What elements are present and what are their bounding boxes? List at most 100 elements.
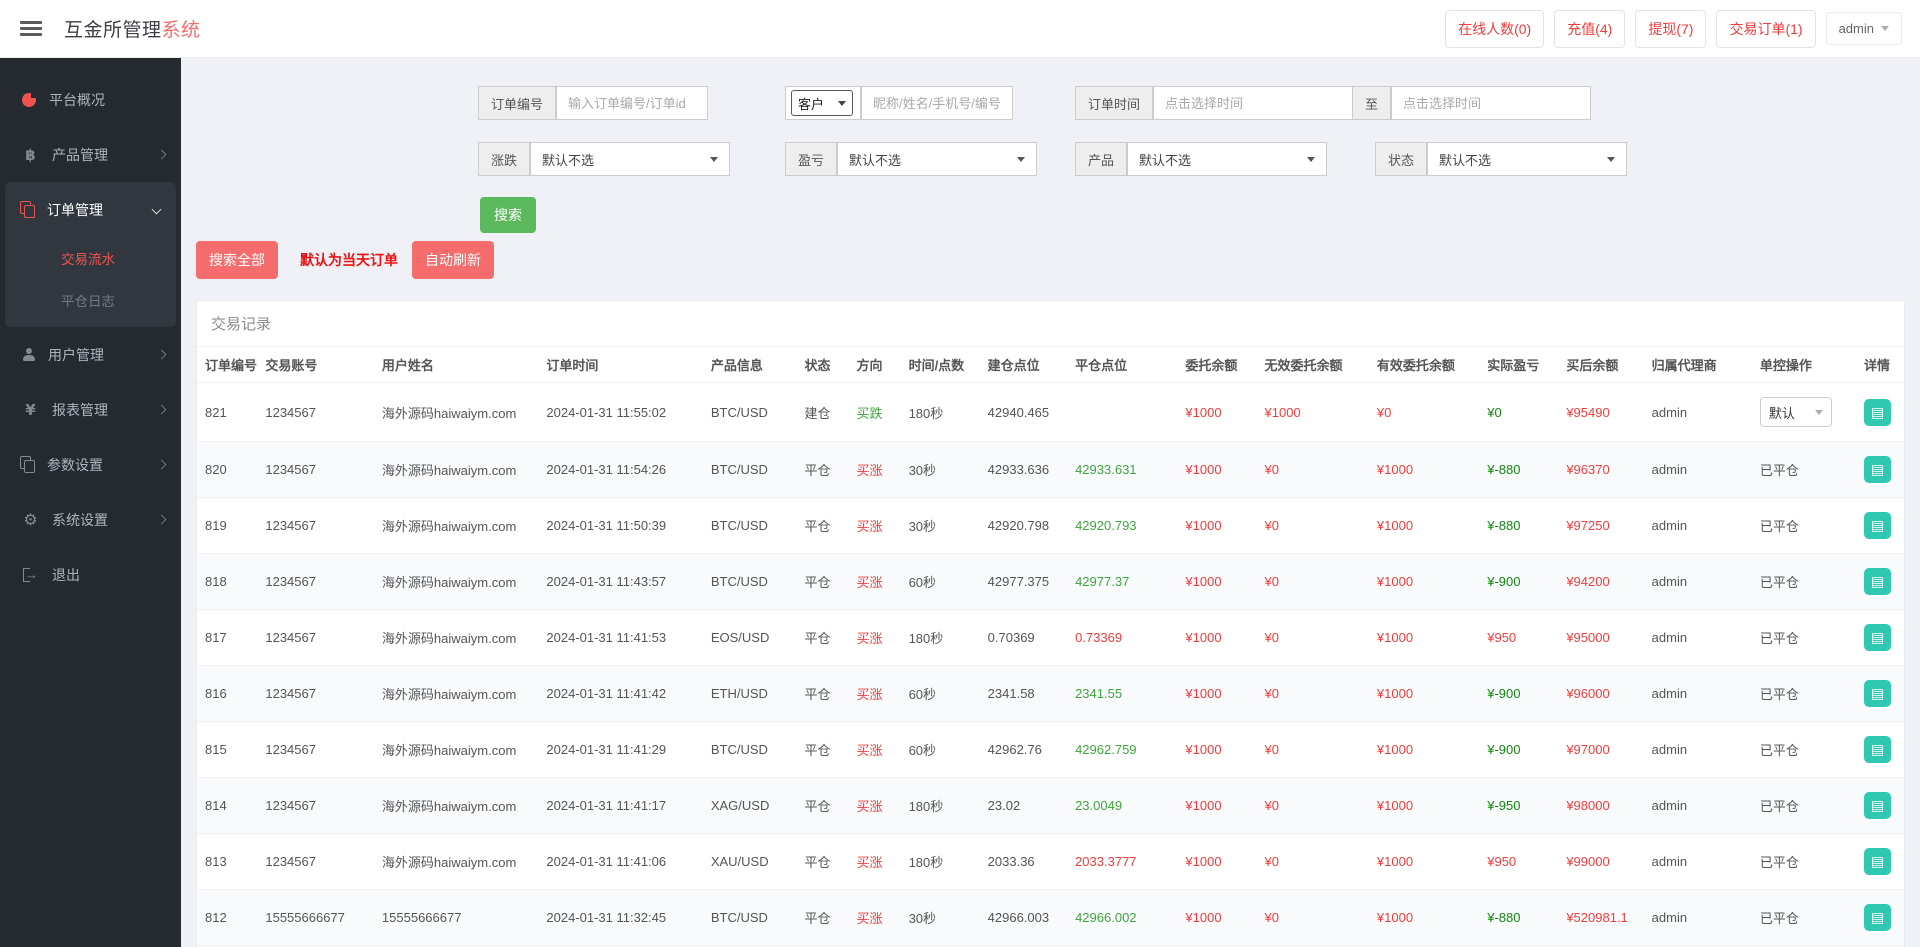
user-menu[interactable]: admin bbox=[1826, 12, 1902, 45]
sidebar-item-1[interactable]: ฿产品管理 bbox=[0, 127, 181, 182]
detail-cell: ▤ bbox=[1856, 610, 1904, 666]
order-time-cell: 2024-01-31 11:41:06 bbox=[538, 834, 702, 890]
sidebar-item-6[interactable]: ⚙系统设置 bbox=[0, 492, 181, 547]
valid-entrust-cell: ¥1000 bbox=[1369, 554, 1479, 610]
order-time-cell: 2024-01-31 11:41:29 bbox=[538, 722, 702, 778]
duration-cell: 180秒 bbox=[901, 383, 980, 442]
row-control-select[interactable]: 默认 bbox=[1760, 397, 1832, 427]
auto-refresh-button[interactable]: 自动刷新 bbox=[412, 241, 494, 279]
topbar-badge[interactable]: 交易订单(1) bbox=[1716, 10, 1815, 48]
detail-button[interactable]: ▤ bbox=[1864, 736, 1891, 763]
sidebar-item-0[interactable]: 平台概况 bbox=[0, 72, 181, 127]
detail-button[interactable]: ▤ bbox=[1864, 456, 1891, 483]
detail-button[interactable]: ▤ bbox=[1864, 792, 1891, 819]
chevron-down-icon bbox=[1815, 410, 1823, 415]
detail-button[interactable]: ▤ bbox=[1864, 904, 1891, 931]
column-header: 交易账号 bbox=[257, 347, 374, 383]
sidebar-group-orders: 订单管理交易流水平仓日志 bbox=[5, 182, 176, 327]
main-content: 订单编号 客户 订单时间 至 涨跌默认不选盈亏默认不选产品默认不选状态默认不选 … bbox=[181, 58, 1920, 947]
filter-select-group-3: 状态默认不选 bbox=[1375, 142, 1627, 176]
chevron-right-icon bbox=[157, 515, 167, 525]
customer-input[interactable] bbox=[861, 86, 1013, 120]
duration-cell: 30秒 bbox=[901, 498, 980, 554]
close-price-cell: 42920.793 bbox=[1067, 498, 1177, 554]
order-no-input[interactable] bbox=[556, 86, 708, 120]
account-cell: 1234567 bbox=[257, 778, 374, 834]
sidebar-item-7[interactable]: →退出 bbox=[0, 547, 181, 602]
open-price-cell: 42977.375 bbox=[980, 554, 1067, 610]
chevron-down-icon bbox=[152, 205, 162, 215]
topbar-badge[interactable]: 提现(7) bbox=[1635, 10, 1706, 48]
user-name-cell: 海外源码haiwaiym.com bbox=[374, 383, 538, 442]
control-cell: 已平仓 bbox=[1752, 834, 1856, 890]
open-price-cell: 42940.465 bbox=[980, 383, 1067, 442]
detail-cell: ▤ bbox=[1856, 722, 1904, 778]
chevron-down-icon bbox=[1017, 157, 1025, 162]
detail-button[interactable]: ▤ bbox=[1864, 680, 1891, 707]
filter-select[interactable]: 默认不选 bbox=[837, 142, 1037, 176]
sidebar-item-3[interactable]: 用户管理 bbox=[0, 327, 181, 382]
filter-select[interactable]: 默认不选 bbox=[1127, 142, 1327, 176]
valid-entrust-cell: ¥1000 bbox=[1369, 890, 1479, 946]
entrust-balance-cell: ¥1000 bbox=[1177, 498, 1256, 554]
row-control-status: 已平仓 bbox=[1760, 631, 1799, 646]
sidebar-item-5[interactable]: 参数设置 bbox=[0, 437, 181, 492]
product-cell: BTC/USD bbox=[703, 442, 797, 498]
open-price-cell: 42966.003 bbox=[980, 890, 1067, 946]
account-cell: 1234567 bbox=[257, 383, 374, 442]
close-price-cell: 42966.002 bbox=[1067, 890, 1177, 946]
detail-button[interactable]: ▤ bbox=[1864, 568, 1891, 595]
status-cell: 平仓 bbox=[797, 890, 849, 946]
detail-button[interactable]: ▤ bbox=[1864, 512, 1891, 539]
detail-button[interactable]: ▤ bbox=[1864, 624, 1891, 651]
sidebar-item-2[interactable]: 订单管理 bbox=[5, 182, 176, 237]
duration-cell: 180秒 bbox=[901, 778, 980, 834]
order-id-cell: 813 bbox=[197, 834, 257, 890]
filter-select-label: 状态 bbox=[1375, 142, 1427, 176]
sidebar-item-label: 用户管理 bbox=[48, 345, 104, 365]
close-price-cell: 42962.759 bbox=[1067, 722, 1177, 778]
valid-entrust-cell: ¥1000 bbox=[1369, 610, 1479, 666]
sidebar-subitem-0[interactable]: 交易流水 bbox=[5, 237, 176, 279]
user-name-cell: 海外源码haiwaiym.com bbox=[374, 498, 538, 554]
invalid-entrust-cell: ¥0 bbox=[1257, 610, 1369, 666]
filter-select[interactable]: 默认不选 bbox=[530, 142, 730, 176]
product-cell: XAG/USD bbox=[703, 778, 797, 834]
filter-select-label: 产品 bbox=[1075, 142, 1127, 176]
filter-select-group-0: 涨跌默认不选 bbox=[478, 142, 730, 176]
trade-table: 订单编号交易账号用户姓名订单时间产品信息状态方向时间/点数建仓点位平仓点位委托余… bbox=[197, 347, 1904, 947]
sidebar-item-4[interactable]: ¥报表管理 bbox=[0, 382, 181, 437]
search-button[interactable]: 搜索 bbox=[480, 197, 536, 233]
time-from-input[interactable] bbox=[1153, 86, 1353, 120]
params-icon bbox=[22, 458, 34, 472]
search-all-button[interactable]: 搜索全部 bbox=[196, 241, 278, 279]
time-to-input[interactable] bbox=[1391, 86, 1591, 120]
topbar-badge[interactable]: 充值(4) bbox=[1554, 10, 1625, 48]
chevron-right-icon bbox=[157, 405, 167, 415]
status-cell: 平仓 bbox=[797, 554, 849, 610]
status-cell: 建仓 bbox=[797, 383, 849, 442]
invalid-entrust-cell: ¥0 bbox=[1257, 666, 1369, 722]
table-row: 820 1234567 海外源码haiwaiym.com 2024-01-31 … bbox=[197, 442, 1904, 498]
detail-icon: ▤ bbox=[1871, 797, 1884, 813]
status-cell: 平仓 bbox=[797, 610, 849, 666]
order-id-cell: 821 bbox=[197, 383, 257, 442]
direction-cell: 买涨 bbox=[849, 610, 901, 666]
valid-entrust-cell: ¥1000 bbox=[1369, 722, 1479, 778]
filter-select[interactable]: 默认不选 bbox=[1427, 142, 1627, 176]
agent-cell: admin bbox=[1644, 554, 1752, 610]
account-cell: 1234567 bbox=[257, 498, 374, 554]
customer-select[interactable]: 客户 bbox=[791, 90, 853, 116]
gear-icon: ⚙ bbox=[22, 510, 39, 529]
status-cell: 平仓 bbox=[797, 834, 849, 890]
detail-button[interactable]: ▤ bbox=[1864, 848, 1891, 875]
detail-cell: ▤ bbox=[1856, 778, 1904, 834]
topbar-badge[interactable]: 在线人数(0) bbox=[1445, 10, 1544, 48]
duration-cell: 30秒 bbox=[901, 442, 980, 498]
row-control-status: 已平仓 bbox=[1760, 799, 1799, 814]
detail-button[interactable]: ▤ bbox=[1864, 399, 1891, 426]
order-no-label: 订单编号 bbox=[478, 86, 556, 120]
sidebar-subitem-1[interactable]: 平仓日志 bbox=[5, 279, 176, 321]
column-header: 委托余额 bbox=[1177, 347, 1256, 383]
hamburger-menu-icon[interactable] bbox=[20, 21, 42, 37]
